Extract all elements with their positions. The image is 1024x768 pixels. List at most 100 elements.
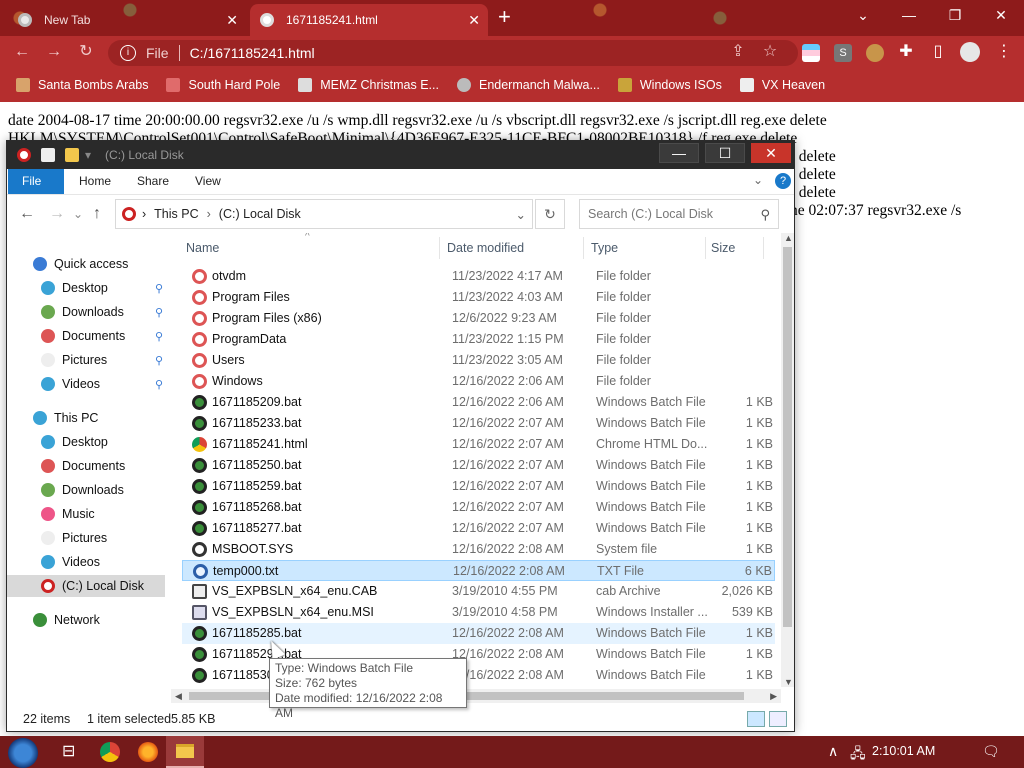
up-icon[interactable]: ↑: [93, 205, 101, 223]
nav-quick-downloads[interactable]: Downloads ⚲: [7, 301, 165, 323]
refresh-button[interactable]: ↻: [535, 199, 565, 229]
file-row[interactable]: VS_EXPBSLN_x64_enu.CAB 3/19/2010 4:55 PM c…: [182, 581, 775, 602]
bookmark-item[interactable]: VX Heaven: [739, 78, 825, 92]
minimize-button[interactable]: —: [659, 143, 699, 163]
file-row[interactable]: Program Files 11/23/2022 4:03 AM File fold…: [182, 287, 775, 308]
extension-s-icon[interactable]: S: [834, 44, 852, 62]
file-row[interactable]: 1671185209.bat 12/16/2022 2:06 AM Windows …: [182, 392, 775, 413]
column-header-size[interactable]: Size: [711, 241, 735, 255]
close-tab-icon[interactable]: ✕: [468, 12, 480, 29]
horizontal-scrollbar[interactable]: ◀ ▶: [171, 689, 781, 703]
file-row[interactable]: Windows 12/16/2022 2:06 AM File folder: [182, 371, 775, 392]
new-tab-button[interactable]: +: [498, 6, 511, 28]
pin-icon[interactable]: ⚲: [155, 282, 163, 295]
address-bar[interactable]: i File C:/1671185241.html: [108, 40, 798, 66]
pin-icon[interactable]: ⚲: [155, 306, 163, 319]
vertical-scrollbar[interactable]: ▲ ▼: [781, 233, 794, 687]
nav-quick-pictures[interactable]: Pictures ⚲: [7, 349, 165, 371]
pin-icon[interactable]: ⚲: [155, 330, 163, 343]
extension-flag-icon[interactable]: [802, 44, 820, 62]
large-icons-view-icon[interactable]: [769, 711, 787, 727]
notification-icon[interactable]: 🗨: [982, 743, 1000, 760]
tab-active-page[interactable]: 1671185241.html ✕: [250, 4, 488, 36]
close-tab-icon[interactable]: ✕: [226, 12, 238, 29]
file-row[interactable]: otvdm 11/23/2022 4:17 AM File folder: [182, 266, 775, 287]
file-explorer-taskbar-button[interactable]: [166, 736, 204, 768]
scroll-right-icon[interactable]: ▶: [770, 691, 777, 702]
file-row[interactable]: 1671185241.html 12/16/2022 2:07 AM Chrome …: [182, 434, 775, 455]
extensions-puzzle-icon[interactable]: ✚: [896, 42, 916, 62]
scroll-thumb[interactable]: [783, 247, 792, 627]
bookmark-item[interactable]: Windows ISOs: [617, 78, 722, 92]
chevron-right-icon[interactable]: ›: [207, 207, 211, 221]
column-header-name[interactable]: Name: [186, 241, 219, 255]
nav-pc-videos[interactable]: Videos: [7, 551, 165, 573]
menu-kebab-icon[interactable]: ⋮: [994, 42, 1014, 62]
tab-view[interactable]: View: [181, 169, 235, 194]
file-row[interactable]: 1671185250.bat 12/16/2022 2:07 AM Windows …: [182, 455, 775, 476]
breadcrumb-item[interactable]: This PC: [154, 207, 198, 221]
search-input[interactable]: Search (C:) Local Disk ⚲: [579, 199, 779, 229]
pin-icon[interactable]: ⚲: [155, 354, 163, 367]
nav-pc-pictures[interactable]: Pictures: [7, 527, 165, 549]
nav-pc-music[interactable]: Music: [7, 503, 165, 525]
pin-icon[interactable]: ⚲: [155, 378, 163, 391]
tab-home[interactable]: Home: [65, 169, 125, 194]
nav-quick-videos[interactable]: Videos ⚲: [7, 373, 165, 395]
file-row[interactable]: 1671185268.bat 12/16/2022 2:07 AM Windows …: [182, 497, 775, 518]
properties-icon[interactable]: [41, 148, 55, 162]
back-icon[interactable]: ←: [12, 42, 32, 62]
nav-pc-desktop[interactable]: Desktop: [7, 431, 165, 453]
tab-file[interactable]: File: [8, 169, 64, 194]
file-row[interactable]: 1671185233.bat 12/16/2022 2:07 AM Windows …: [182, 413, 775, 434]
file-row[interactable]: 1671185259.bat 12/16/2022 2:07 AM Windows …: [182, 476, 775, 497]
close-button[interactable]: ✕: [751, 143, 791, 163]
maximize-button[interactable]: ❐: [932, 0, 978, 30]
file-row[interactable]: VS_EXPBSLN_x64_enu.MSI 3/19/2010 4:58 PM W…: [182, 602, 775, 623]
chevron-down-icon[interactable]: ▾: [85, 148, 91, 162]
maximize-button[interactable]: ☐: [705, 143, 745, 163]
file-row[interactable]: 1671185277.bat 12/16/2022 2:07 AM Windows …: [182, 518, 775, 539]
tab-new-tab[interactable]: New Tab ✕: [8, 4, 246, 36]
chrome-icon[interactable]: [100, 742, 120, 762]
column-header-type[interactable]: Type: [591, 241, 618, 255]
forward-icon[interactable]: →: [49, 205, 65, 223]
file-row[interactable]: temp000.txt 12/16/2022 2:08 AM TXT File 6 K…: [182, 560, 775, 581]
bookmark-star-icon[interactable]: ☆: [760, 42, 780, 62]
bookmark-item[interactable]: Santa Bombs Arabs: [16, 78, 148, 92]
explorer-title-bar[interactable]: ▾ (C:) Local Disk — ☐ ✕: [7, 141, 794, 169]
profile-avatar-icon[interactable]: [960, 42, 980, 62]
start-button[interactable]: [8, 738, 38, 768]
side-panel-icon[interactable]: ▯: [928, 42, 948, 62]
nav-quick-desktop[interactable]: Desktop ⚲: [7, 277, 165, 299]
firefox-icon[interactable]: [138, 742, 158, 762]
tab-search-button[interactable]: ⌄: [840, 0, 886, 30]
scroll-left-icon[interactable]: ◀: [175, 691, 182, 702]
tab-share[interactable]: Share: [123, 169, 183, 194]
nav-quick-access[interactable]: Quick access: [7, 253, 165, 275]
bookmark-item[interactable]: Endermanch Malwa...: [456, 78, 600, 92]
expand-ribbon-icon[interactable]: ⌄: [753, 173, 763, 187]
column-header-date[interactable]: Date modified: [447, 241, 524, 255]
details-view-icon[interactable]: [747, 711, 765, 727]
chevron-down-icon[interactable]: ⌄: [516, 207, 526, 222]
nav-network[interactable]: Network: [7, 609, 165, 631]
bookmark-item[interactable]: South Hard Pole: [166, 78, 280, 92]
chevron-down-icon[interactable]: ⌄: [73, 207, 83, 221]
file-row[interactable]: MSBOOT.SYS 12/16/2022 2:08 AM System file 1…: [182, 539, 775, 560]
info-icon[interactable]: i: [120, 45, 136, 61]
reload-icon[interactable]: ↻: [76, 42, 96, 62]
back-icon[interactable]: ←: [19, 205, 35, 223]
nav-pc-c-local-disk[interactable]: (C:) Local Disk: [7, 575, 165, 597]
breadcrumb[interactable]: › This PC › (C:) Local Disk ⌄: [115, 199, 533, 229]
network-icon[interactable]: 🖧: [850, 743, 866, 767]
minimize-button[interactable]: —: [886, 0, 932, 30]
nav-pc-documents[interactable]: Documents: [7, 455, 165, 477]
file-row[interactable]: ProgramData 11/23/2022 1:15 PM File folder: [182, 329, 775, 350]
breadcrumb-item[interactable]: (C:) Local Disk: [219, 207, 301, 221]
scroll-down-icon[interactable]: ▼: [784, 677, 793, 687]
file-row[interactable]: Program Files (x86) 12/6/2022 9:23 AM File…: [182, 308, 775, 329]
close-window-button[interactable]: ✕: [978, 0, 1024, 30]
extension-avatar-icon[interactable]: [866, 44, 884, 62]
scroll-up-icon[interactable]: ▲: [784, 233, 793, 243]
